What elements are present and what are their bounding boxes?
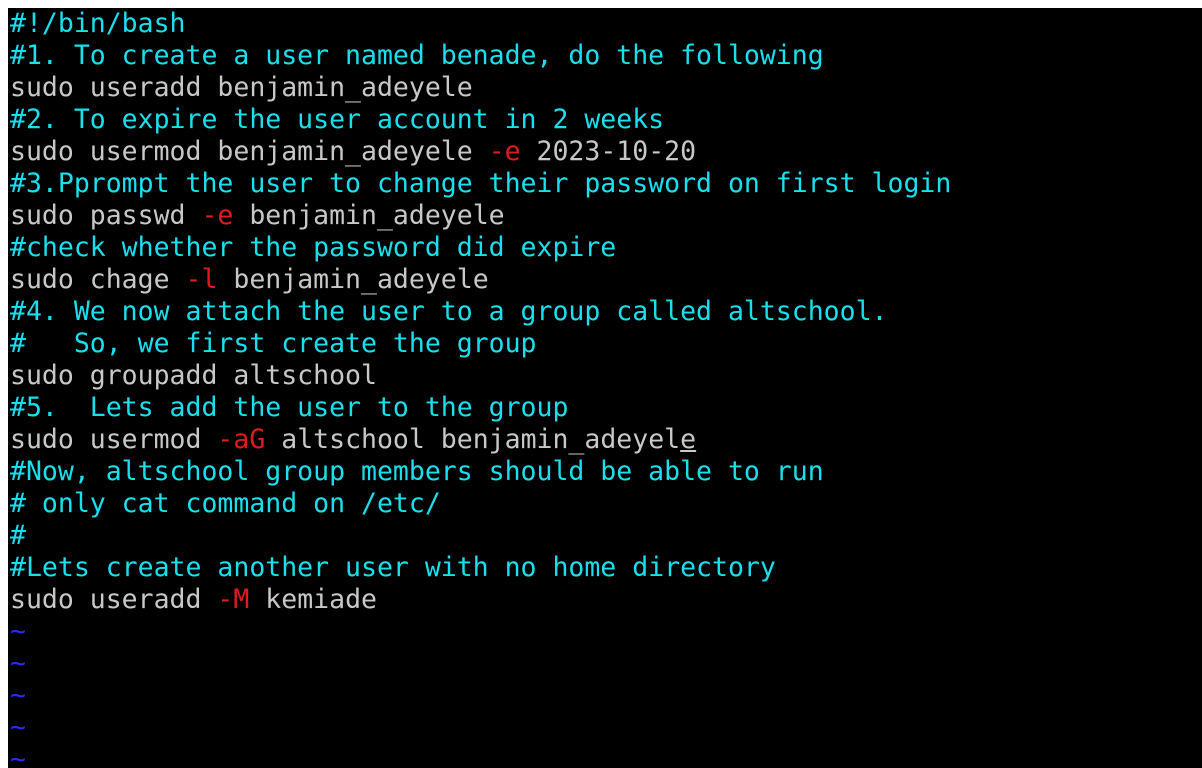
comment-text: #2. To expire the user account in 2 week… [10,104,665,135]
command-args: benjamin_adeyele [217,264,489,295]
command-flag: -e [201,200,234,231]
command-flag: -M [217,584,250,615]
command-flag: -e [488,136,521,167]
command-text: sudo useradd [10,584,218,615]
tilde-marker: ~ [10,712,26,743]
command-flag: -aG [217,424,266,455]
editor-line-15: #Now, altschool group members should be … [10,456,951,488]
editor-line-12: sudo groupadd altschool [10,360,951,392]
editor-line-1: #!/bin/bash [10,8,951,40]
editor-line-19: sudo useradd -M kemiade [10,584,951,616]
editor-line-5: sudo usermod benjamin_adeyele -e 2023-10… [10,136,951,168]
command-text: sudo chage [10,264,186,295]
command-text: sudo useradd benjamin_adeyele [10,72,473,103]
editor-line-8: #check whether the password did expire [10,232,951,264]
comment-text: #Lets create another user with no home d… [10,552,776,583]
tilde-marker: ~ [10,744,26,768]
editor-line-11: # So, we first create the group [10,328,951,360]
editor-line-6: #3.Pprompt the user to change their pass… [10,168,951,200]
comment-text: #check whether the password did expire [10,232,617,263]
editor-line-3: sudo useradd benjamin_adeyele [10,72,951,104]
shebang-comment: #!/bin/bash [10,8,186,39]
comment-text: #5. Lets add the user to the group [10,392,569,423]
tilde-marker: ~ [10,680,26,711]
tilde-marker: ~ [10,616,26,647]
command-args: kemiade [249,584,377,615]
command-text: sudo passwd [10,200,202,231]
terminal-window[interactable]: #!/bin/bash #1. To create a user named b… [8,8,1202,768]
editor-line-9: sudo chage -l benjamin_adeyele [10,264,951,296]
comment-text: #3.Pprompt the user to change their pass… [10,168,952,199]
command-text: sudo groupadd altschool [10,360,377,391]
tilde-marker: ~ [10,648,26,679]
text-cursor[interactable]: e [680,424,696,455]
editor-line-17: # [10,520,951,552]
comment-text: # [10,520,26,551]
command-args: altschool benjamin_adeyel [265,424,681,455]
editor-line-18: #Lets create another user with no home d… [10,552,951,584]
command-flag: -l [185,264,218,295]
command-text: sudo usermod benjamin_adeyele [10,136,489,167]
editor-line-14: sudo usermod -aG altschool benjamin_adey… [10,424,951,456]
empty-line-marker: ~ [10,648,951,680]
command-text: sudo usermod [10,424,218,455]
comment-text: #1. To create a user named benade, do th… [10,40,824,71]
editor-line-16: # only cat command on /etc/ [10,488,951,520]
comment-text: # only cat command on /etc/ [10,488,441,519]
editor-line-10: #4. We now attach the user to a group ca… [10,296,951,328]
command-args: 2023-10-20 [520,136,697,167]
comment-text: # So, we first create the group [10,328,537,359]
editor-line-13: #5. Lets add the user to the group [10,392,951,424]
comment-text: #Now, altschool group members should be … [10,456,824,487]
command-args: benjamin_adeyele [233,200,505,231]
vim-editor-buffer[interactable]: #!/bin/bash #1. To create a user named b… [10,8,951,768]
comment-text: #4. We now attach the user to a group ca… [10,296,888,327]
empty-line-marker: ~ [10,680,951,712]
editor-line-7: sudo passwd -e benjamin_adeyele [10,200,951,232]
editor-line-2: #1. To create a user named benade, do th… [10,40,951,72]
empty-line-marker: ~ [10,616,951,648]
empty-line-marker: ~ [10,712,951,744]
empty-line-marker: ~ [10,744,951,768]
editor-line-4: #2. To expire the user account in 2 week… [10,104,951,136]
